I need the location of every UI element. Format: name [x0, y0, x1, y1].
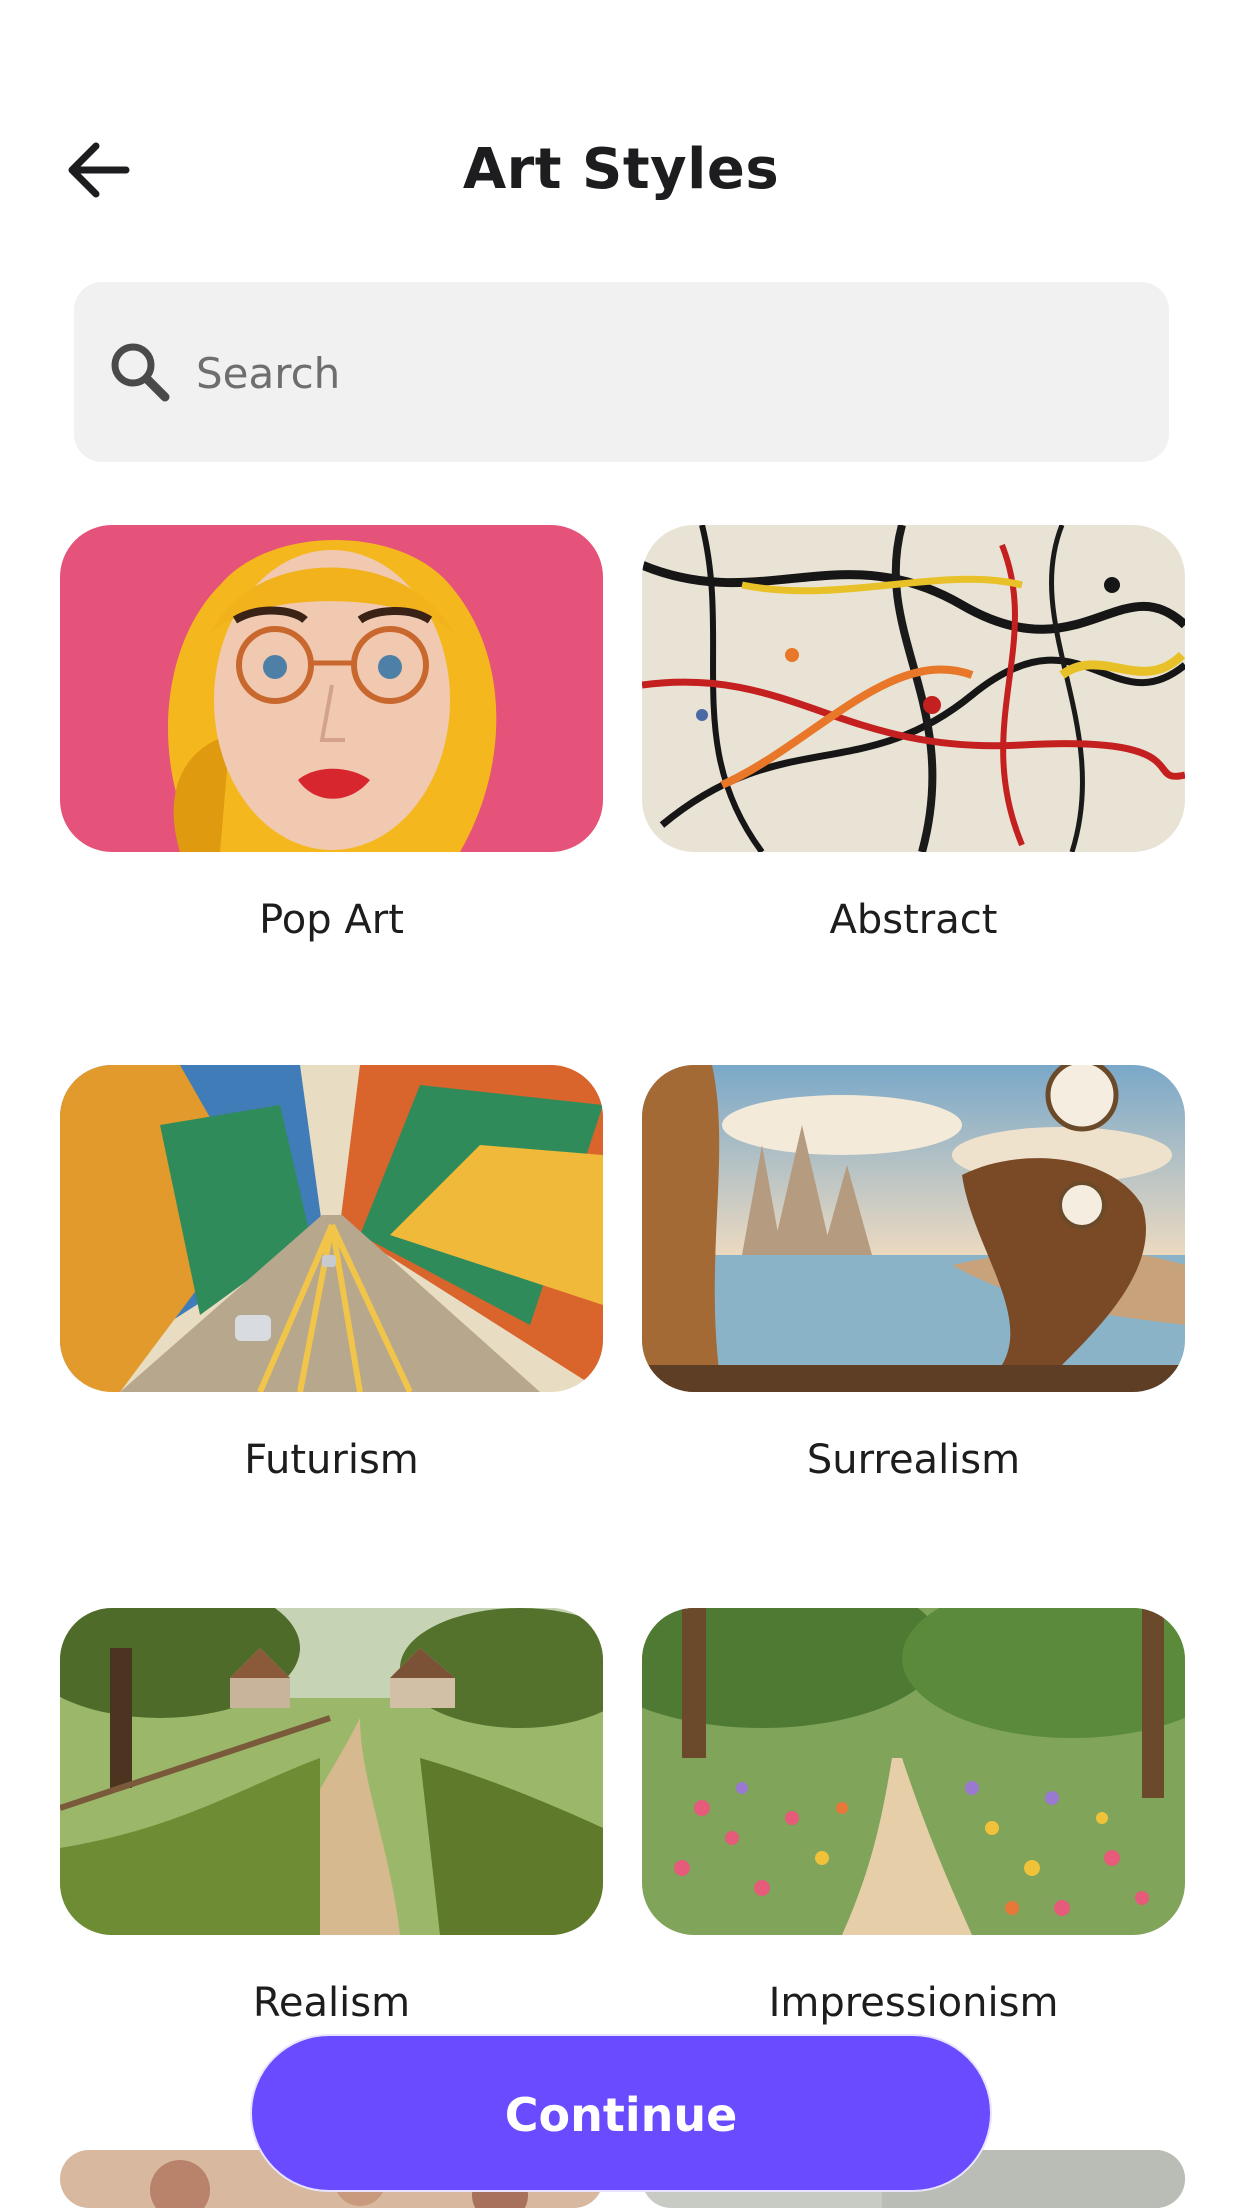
impressionism-thumbnail: [642, 1608, 1185, 1935]
search-input[interactable]: [194, 322, 1138, 424]
pop-art-thumbnail: [60, 525, 603, 852]
style-label: Futurism: [244, 1437, 419, 1483]
search-bar[interactable]: [74, 282, 1169, 462]
header: Art Styles: [0, 0, 1242, 260]
style-label: Surrealism: [806, 1437, 1021, 1483]
continue-button[interactable]: Continue: [250, 2034, 992, 2192]
search-icon: [111, 343, 170, 402]
page-title: Art Styles: [462, 137, 780, 202]
style-label: Pop Art: [259, 897, 404, 943]
abstract-thumbnail: [642, 525, 1185, 852]
realism-thumbnail: [60, 1608, 603, 1935]
style-label: Abstract: [829, 897, 998, 943]
surrealism-thumbnail: [642, 1065, 1185, 1392]
style-label: Realism: [252, 1980, 411, 2026]
futurism-thumbnail: [60, 1065, 603, 1392]
style-label: Impressionism: [768, 1980, 1059, 2026]
